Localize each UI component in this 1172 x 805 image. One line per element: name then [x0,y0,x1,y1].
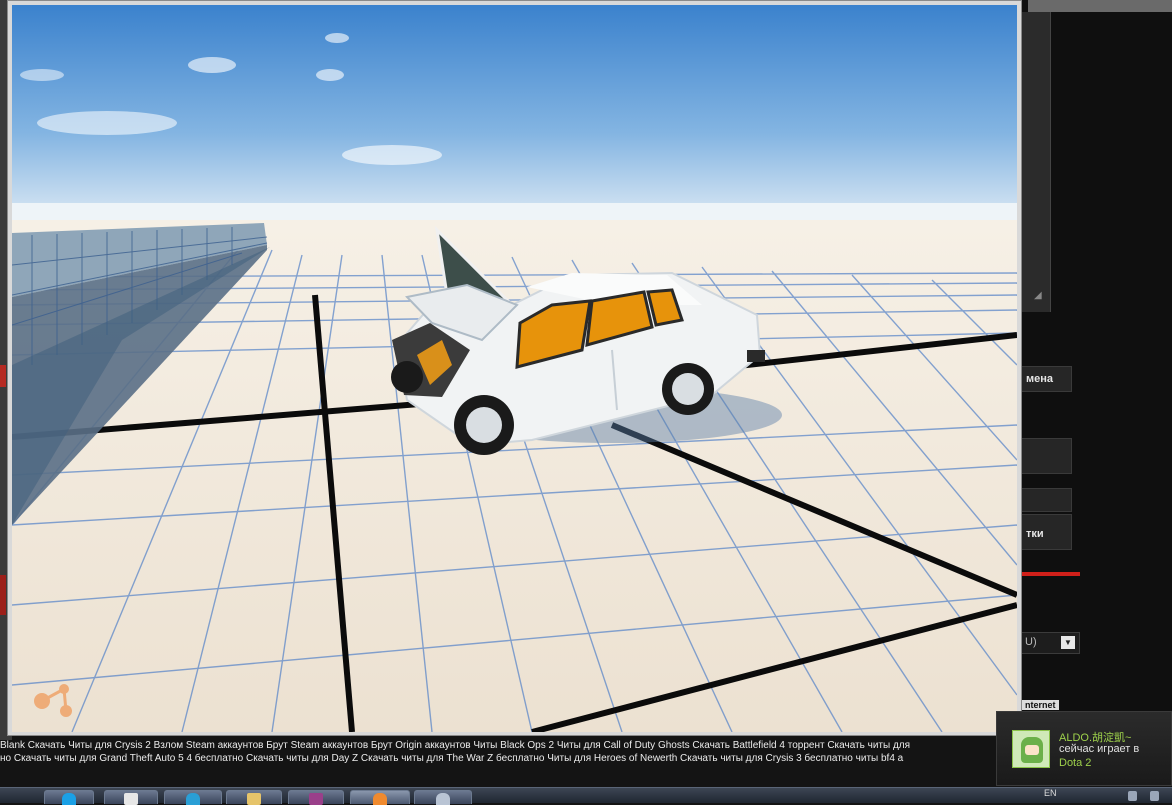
cloud [325,33,349,43]
archive-icon [309,793,323,805]
folder-icon [247,793,261,805]
cloud [316,69,344,81]
steam-icon [186,793,200,805]
background-topbar [1028,0,1172,12]
game-viewport[interactable] [12,5,1017,732]
background-label-tki: тки [1026,528,1044,540]
apps-grid-icon [124,793,138,805]
sky [12,5,1017,220]
background-label-mena: мена [1026,373,1054,385]
cloud [37,111,177,135]
internet-badge: nternet [1022,700,1059,710]
tray-icon[interactable] [1150,791,1159,801]
steam-notification[interactable]: ALDO.胡淀凱~ сейчас играет в Dota 2 [996,711,1172,786]
taskbar-explorer-button[interactable] [226,790,282,805]
chevron-down-icon[interactable]: ▼ [1061,636,1075,649]
car-wheel-rim [466,407,502,443]
taskbar-skype-button[interactable] [44,790,94,805]
paint-icon [436,793,450,805]
taskbar-beamng-button[interactable] [350,790,410,805]
taskbar-paint-button[interactable] [414,790,472,805]
game-window [7,0,1022,736]
cloud [188,57,236,73]
car-wheel-rim [672,373,704,405]
ticker-line-2[interactable]: но Скачать читы для Grand Theft Auto 5 4… [0,751,995,766]
background-select[interactable]: U) ▼ [1020,632,1080,654]
background-red-marker [0,575,6,615]
avatar [1012,730,1050,768]
background-red-divider [1020,572,1080,576]
skype-icon [62,793,76,805]
taskbar: EN [0,787,1172,805]
car-wheel [391,361,423,393]
language-indicator[interactable]: EN [1044,788,1057,798]
notification-game: Dota 2 [1059,757,1092,769]
background-red-marker [0,365,6,387]
taskbar-steam-button[interactable] [164,790,222,805]
taskbar-winrar-button[interactable] [288,790,344,805]
background-box [1020,488,1072,512]
background-text-panel [1022,12,1051,312]
tray-icon[interactable] [1128,791,1137,801]
cloud [342,145,442,165]
cloud [20,69,64,81]
background-box [1020,438,1072,474]
car-rear-bumper [747,350,765,362]
background-page-right: ◢ мена тки U) ▼ nternet [1020,0,1172,712]
notification-message: сейчас играет в [1059,743,1140,755]
taskbar-apps-button[interactable] [104,790,158,805]
resize-grip-icon[interactable]: ◢ [1034,290,1042,301]
beamng-icon [373,793,387,805]
background-select-value: U) [1025,636,1037,648]
